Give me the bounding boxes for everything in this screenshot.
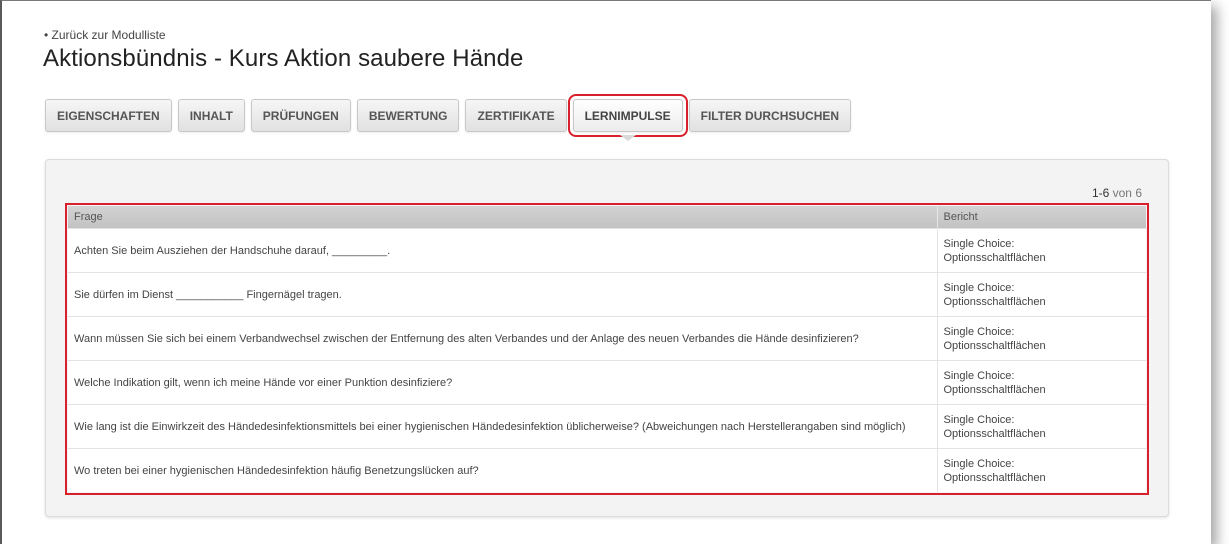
browser-frame: • Zurück zur Modulliste Aktionsbündnis -… [0, 0, 1211, 544]
report-subtype: Optionsschaltflächen [943, 339, 1046, 352]
pagination-range: 1-6 [1091, 186, 1110, 200]
report-cell: Single Choice: Optionsschaltflächen [936, 272, 1146, 317]
pagination-total: von 6 [1109, 186, 1142, 200]
question-cell: Welche Indikation gilt, wenn ich meine H… [68, 360, 937, 405]
report-subtype: Optionsschaltflächen [943, 427, 1046, 440]
tab-pruefungen[interactable]: PRÜFUNGEN [250, 99, 351, 132]
table-row[interactable]: Welche Indikation gilt, wenn ich meine H… [68, 360, 1146, 405]
tab-bar: EIGENSCHAFTEN INHALT PRÜFUNGEN BEWERTUNG… [45, 94, 852, 141]
report-type: Single Choice: [943, 413, 1015, 426]
table-row[interactable]: Wie lang ist die Einwirkzeit des Händede… [68, 404, 1146, 449]
question-cell: Wann müssen Sie sich bei einem Verbandwe… [68, 316, 937, 361]
report-type: Single Choice: [943, 457, 1015, 470]
questions-table-wrapper: Frage Bericht Achten Sie beim Ausziehen … [65, 203, 1149, 495]
column-header-frage[interactable]: Frage [68, 206, 938, 229]
column-header-bericht[interactable]: Bericht [937, 206, 1146, 229]
question-cell: Achten Sie beim Ausziehen der Handschuhe… [68, 228, 937, 273]
tab-inhalt[interactable]: INHALT [177, 99, 245, 132]
questions-table: Frage Bericht Achten Sie beim Ausziehen … [68, 206, 1146, 492]
table-row[interactable]: Wo treten bei einer hygienischen Händede… [68, 448, 1146, 492]
report-cell: Single Choice: Optionsschaltflächen [936, 228, 1146, 273]
report-subtype: Optionsschaltflächen [943, 383, 1046, 396]
report-type: Single Choice: [943, 325, 1015, 338]
page-title: Aktionsbündnis - Kurs Aktion saubere Hän… [43, 45, 524, 72]
report-subtype: Optionsschaltflächen [943, 295, 1046, 308]
table-row[interactable]: Wann müssen Sie sich bei einem Verbandwe… [68, 316, 1146, 361]
report-subtype: Optionsschaltflächen [943, 471, 1046, 484]
question-cell: Wo treten bei einer hygienischen Händede… [68, 448, 937, 492]
table-row[interactable]: Achten Sie beim Ausziehen der Handschuhe… [68, 228, 1146, 273]
table-row[interactable]: Sie dürfen im Dienst ___________ Fingern… [68, 272, 1146, 317]
tab-zertifikate[interactable]: ZERTIFIKATE [465, 99, 567, 132]
tab-filter-durchsuchen[interactable]: FILTER DURCHSUCHEN [688, 99, 852, 132]
report-type: Single Choice: [943, 369, 1015, 382]
report-cell: Single Choice: Optionsschaltflächen [936, 360, 1146, 405]
table-header-row: Frage Bericht [68, 206, 1146, 229]
report-cell: Single Choice: Optionsschaltflächen [936, 448, 1146, 492]
tab-lernimpulse[interactable]: LERNIMPULSE [567, 94, 688, 141]
report-cell: Single Choice: Optionsschaltflächen [936, 404, 1146, 449]
question-cell: Wie lang ist die Einwirkzeit des Händede… [68, 404, 937, 449]
report-subtype: Optionsschaltflächen [943, 251, 1046, 264]
question-cell: Sie dürfen im Dienst ___________ Fingern… [68, 272, 937, 317]
pagination-info: 1-6 von 6 [1092, 186, 1142, 200]
tab-eigenschaften[interactable]: EIGENSCHAFTEN [45, 99, 172, 132]
report-type: Single Choice: [943, 281, 1015, 294]
tab-bewertung[interactable]: BEWERTUNG [356, 99, 460, 132]
report-type: Single Choice: [943, 237, 1015, 250]
back-to-module-list-link[interactable]: • Zurück zur Modulliste [44, 28, 166, 42]
content-panel: 1-6 von 6 Frage Bericht Achten Sie beim … [45, 159, 1169, 517]
report-cell: Single Choice: Optionsschaltflächen [936, 316, 1146, 361]
